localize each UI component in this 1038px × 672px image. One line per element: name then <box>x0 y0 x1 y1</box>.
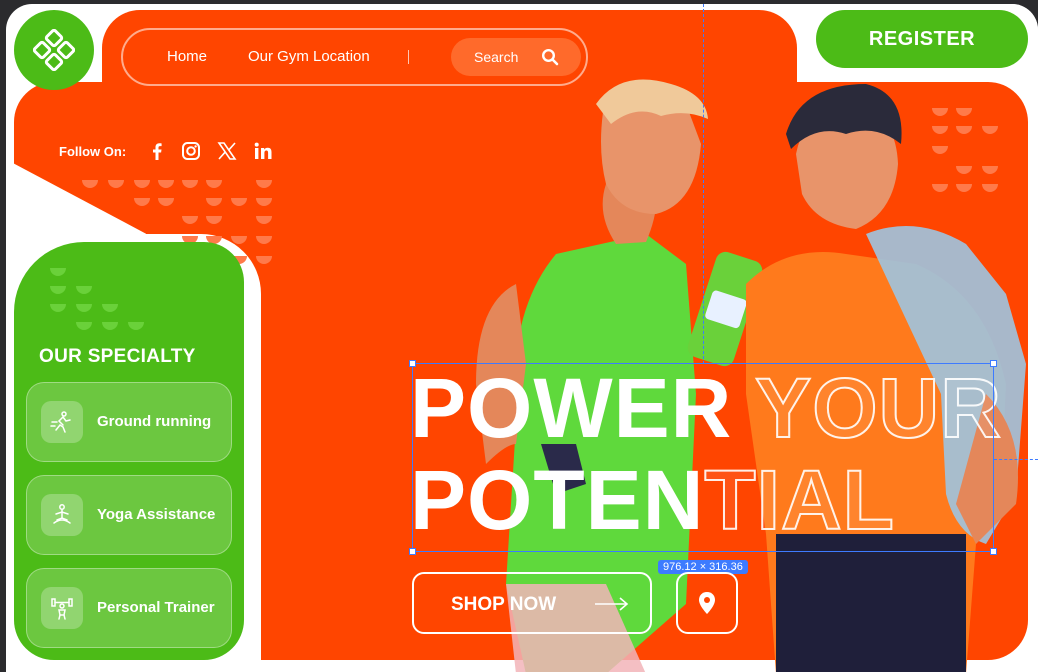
resize-handle-top-right[interactable] <box>990 360 997 367</box>
headline-word-tial: TIAL <box>703 453 895 547</box>
shop-now-button[interactable]: SHOP NOW <box>412 572 652 634</box>
specialty-yoga-assistance[interactable]: Yoga Assistance <box>26 475 232 555</box>
location-button[interactable] <box>676 572 738 634</box>
follow-label: Follow On: <box>59 144 127 159</box>
resize-handle-bottom-right[interactable] <box>990 548 997 555</box>
location-pin-icon <box>699 592 715 614</box>
logo-icon <box>33 29 75 71</box>
hero-headline[interactable]: POWER YOUR POTENTIAL <box>410 361 1002 552</box>
instagram-icon[interactable] <box>180 140 202 162</box>
specialty-label: Yoga Assistance <box>97 506 216 523</box>
shop-now-label: SHOP NOW <box>451 594 557 615</box>
headline-word-your: YOUR <box>754 361 1002 455</box>
specialty-label: Ground running <box>97 413 212 430</box>
hero-section: Home Our Gym Location Search REGISTER Fo… <box>6 4 1038 672</box>
facebook-icon[interactable] <box>146 140 168 162</box>
nav-home[interactable]: Home <box>167 48 207 65</box>
resize-handle-top-left[interactable] <box>409 360 416 367</box>
arrow-right-icon <box>595 597 629 611</box>
specialty-label: Personal Trainer <box>97 599 215 616</box>
register-button[interactable]: REGISTER <box>816 10 1028 68</box>
specialty-panel: OUR SPECIALTY Ground running Yoga Assist… <box>14 242 244 660</box>
resize-handle-bottom-left[interactable] <box>409 548 416 555</box>
headline-line-2: POTENTIAL <box>410 453 995 547</box>
x-icon[interactable] <box>216 140 238 162</box>
guide-line-vertical <box>703 4 704 364</box>
search-label: Search <box>474 49 519 65</box>
specialty-personal-trainer[interactable]: Personal Trainer <box>26 568 232 648</box>
page-frame: Home Our Gym Location Search REGISTER Fo… <box>6 4 1038 672</box>
nav-gym-location[interactable]: Our Gym Location <box>248 48 370 65</box>
yoga-icon <box>41 494 83 536</box>
headline-word-poten: POTEN <box>410 453 705 547</box>
brand-logo[interactable] <box>14 10 94 90</box>
nav-divider <box>408 50 409 64</box>
headline-line-1: POWER YOUR <box>410 361 1002 455</box>
specialty-title: OUR SPECIALTY <box>39 346 196 367</box>
headline-word-power: POWER <box>410 361 733 455</box>
specialty-ground-running[interactable]: Ground running <box>26 382 232 462</box>
guide-line-horizontal <box>994 459 1038 460</box>
trainer-icon <box>41 587 83 629</box>
linkedin-icon[interactable] <box>252 140 274 162</box>
running-icon <box>41 401 83 443</box>
